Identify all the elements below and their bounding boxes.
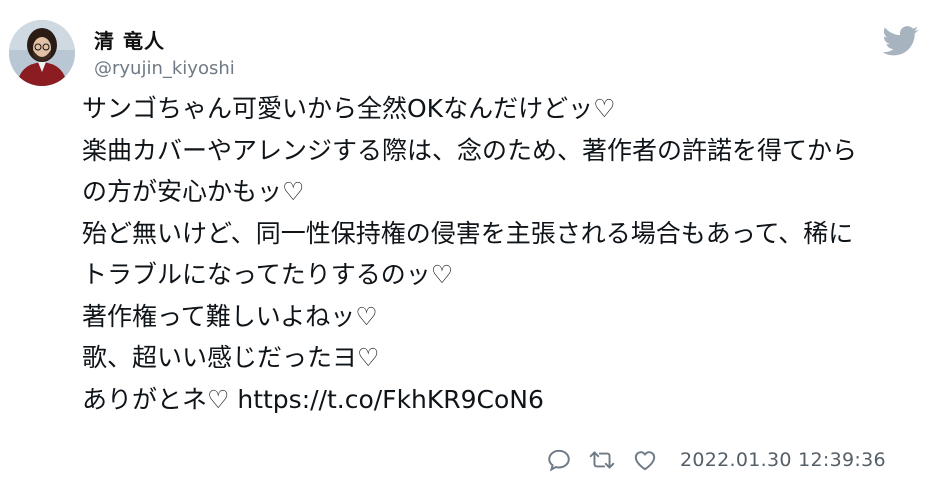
tweet-line: の方が安心かもッ♡ (82, 177, 305, 206)
tweet-line: 歌、超いい感じだったヨ♡ (82, 343, 380, 372)
tweet-text: サンゴちゃん可愛いから全然OKなんだけどッ♡ 楽曲カバーやアレンジする際は、念の… (82, 88, 927, 420)
tweet-line: 著作権って難しいよねッ♡ (82, 301, 378, 331)
author-handle[interactable]: @ryujin_kiyoshi (94, 58, 235, 79)
reply-icon[interactable] (545, 446, 573, 474)
like-heart-icon[interactable] (631, 446, 659, 474)
tweet-timestamp[interactable]: 2022.01.30 12:39:36 (680, 449, 886, 471)
tweet-card: 清 竜人 @ryujin_kiyoshi サンゴちゃん可愛いから全然OKなんだけ… (0, 0, 937, 479)
twitter-bird-icon[interactable] (882, 26, 919, 56)
author-avatar[interactable] (9, 20, 75, 86)
tweet-line: ありがとネ♡ https://t.co/FkhKR9CoN6 (82, 379, 927, 421)
tweet-link[interactable]: https://t.co/FkhKR9CoN6 (237, 385, 544, 414)
tweet-last-line-text: ありがとネ♡ (82, 384, 238, 414)
retweet-icon[interactable] (588, 446, 616, 474)
tweet-line: 殆ど無いけど、同一性保持権の侵害を主張される場合もあって、稀に (82, 218, 854, 248)
tweet-line: トラブルになってたりするのッ♡ (82, 260, 454, 289)
tweet-line: サンゴちゃん可愛いから全然OKなんだけどッ♡ (82, 94, 616, 123)
author-name[interactable]: 清 竜人 (94, 25, 165, 54)
tweet-line: 楽曲カバーやアレンジする際は、念のため、著作者の許諾を得てから (82, 135, 858, 165)
avatar-photo (9, 20, 75, 86)
tweet-footer: 2022.01.30 12:39:36 (545, 443, 886, 477)
